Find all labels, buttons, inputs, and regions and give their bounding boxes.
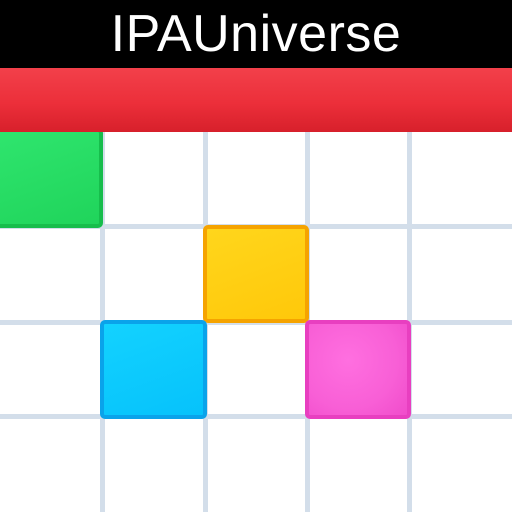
cyan-event-block bbox=[100, 320, 207, 419]
pink-event-block bbox=[305, 320, 411, 419]
grid-line bbox=[0, 414, 512, 419]
calendar-header-band bbox=[0, 68, 512, 132]
watermark-text: IPAUniverse bbox=[110, 5, 402, 63]
yellow-event-block bbox=[203, 225, 309, 323]
green-event-block bbox=[0, 128, 103, 228]
app-icon[interactable]: IPAUniverse bbox=[0, 0, 512, 512]
watermark-banner: IPAUniverse bbox=[0, 0, 512, 68]
